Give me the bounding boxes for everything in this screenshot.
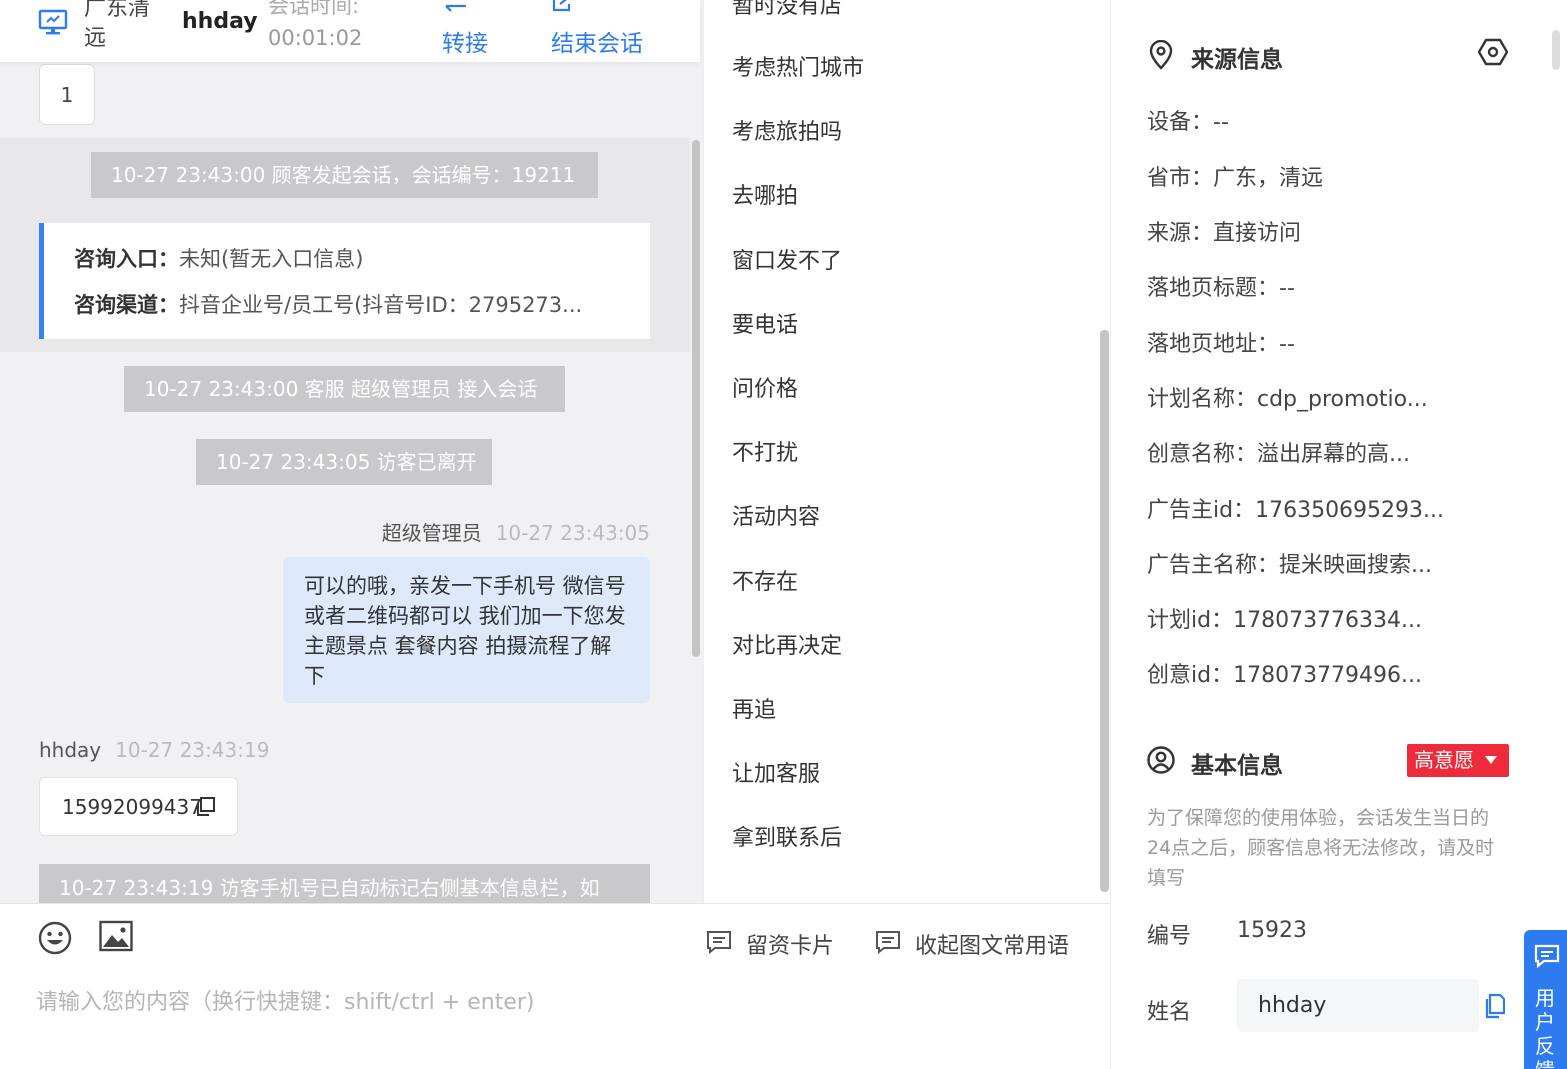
end-session-label: 结束会话 bbox=[551, 31, 643, 57]
name-label: 姓名 bbox=[1147, 1000, 1192, 1025]
entry-value: 未知(暂无入口信息) bbox=[179, 247, 364, 271]
quick-reply-list: 暂时没有店 考虑热门城市 考虑旅拍吗 去哪拍 窗口发不了 要电话 问价格 不打扰… bbox=[703, 0, 1110, 903]
visitor-sender-name: hhday bbox=[39, 738, 102, 762]
message-input-area: 留资卡片 收起图文常用语 bbox=[0, 903, 1110, 1069]
system-message: 10-27 23:43:00 客服 超级管理员 接入会话 bbox=[124, 366, 565, 412]
system-message: 10-27 23:43:05 访客已离开 bbox=[196, 439, 492, 485]
quick-reply-item[interactable]: 再追 bbox=[732, 692, 776, 724]
info-landing-url: 落地页地址：-- bbox=[1147, 332, 1295, 357]
quick-reply-item[interactable]: 不打扰 bbox=[732, 435, 798, 467]
quick-reply-item[interactable]: 去哪拍 bbox=[732, 178, 798, 210]
quick-reply-item[interactable]: 让加客服 bbox=[732, 756, 820, 788]
collapse-phrases-button[interactable]: 收起图文常用语 bbox=[875, 928, 1069, 960]
quick-reply-item[interactable]: 考虑热门城市 bbox=[732, 50, 864, 82]
lead-card-label: 留资卡片 bbox=[746, 934, 835, 959]
exit-icon bbox=[552, 0, 575, 12]
monitor-icon bbox=[38, 9, 68, 35]
entry-info-card: 咨询入口：未知(暂无入口信息) 咨询渠道：抖音企业号/员工号(抖音号ID：279… bbox=[39, 223, 650, 339]
chat-scrollbar[interactable] bbox=[692, 140, 700, 657]
settings-icon[interactable] bbox=[1478, 37, 1508, 67]
image-icon[interactable] bbox=[99, 920, 133, 952]
basic-info-title: 基本信息 bbox=[1191, 753, 1283, 779]
location-pin-icon bbox=[1149, 40, 1173, 70]
channel-row: 咨询渠道：抖音企业号/员工号(抖音号ID：2795273... bbox=[74, 289, 634, 335]
user-circle-icon bbox=[1147, 746, 1175, 774]
session-time: 00:01:02 bbox=[268, 26, 363, 50]
transfer-label: 转接 bbox=[442, 31, 488, 57]
quick-reply-scrollbar[interactable] bbox=[1100, 330, 1109, 892]
feedback-icon bbox=[1534, 944, 1560, 968]
system-message: 10-27 23:43:19 访客手机号已自动标记右侧基本信息栏，如 bbox=[39, 864, 650, 903]
quick-reply-item[interactable]: 窗口发不了 bbox=[732, 243, 842, 275]
region-line-2: 远 bbox=[84, 26, 107, 51]
session-time-label: 会话时间: bbox=[268, 0, 360, 18]
agent-sender-line: 超级管理员 10-27 23:43:05 bbox=[382, 517, 650, 546]
transfer-icon bbox=[445, 4, 466, 12]
name-input[interactable] bbox=[1237, 979, 1479, 1032]
quick-reply-item[interactable]: 考虑旅拍吗 bbox=[732, 114, 842, 146]
quick-reply-item[interactable]: 不存在 bbox=[732, 564, 798, 596]
quick-reply-item[interactable]: 拿到联系后 bbox=[732, 820, 842, 852]
info-source: 来源：直接访问 bbox=[1147, 221, 1302, 246]
visitor-phone-bubble: 15992099437 bbox=[39, 777, 238, 836]
customer-info-panel: 来源信息 设备：-- 省市：广东，清远 来源：直接访问 落地页标题：-- 落地页… bbox=[1110, 0, 1567, 1069]
info-landing-title: 落地页标题：-- bbox=[1147, 276, 1295, 301]
info-province-city: 省市：广东，清远 bbox=[1147, 166, 1324, 191]
visitor-phone: 15992099437 bbox=[62, 795, 202, 819]
phrases-icon bbox=[876, 931, 900, 954]
agent-message-bubble: 可以的哦，亲发一下手机号 微信号或者二维码都可以 我们加一下您发主题景点 套餐内… bbox=[283, 557, 650, 703]
chat-panel: 广东清 远 hhday 会话时间: 00:01:02 转接 结束会话 1 10-… bbox=[0, 0, 703, 903]
info-plan-name: 计划名称：cdp_promotio... bbox=[1147, 387, 1428, 412]
agent-timestamp: 10-27 23:43:05 bbox=[495, 521, 650, 545]
lead-card-button[interactable]: 留资卡片 bbox=[706, 928, 834, 960]
quick-reply-item[interactable]: 对比再决定 bbox=[732, 628, 842, 660]
info-advertiser-id: 广告主id：176350695293... bbox=[1147, 498, 1445, 523]
user-feedback-tab[interactable]: 用户反馈 bbox=[1524, 930, 1567, 1069]
quick-reply-item[interactable]: 暂时没有店 bbox=[732, 0, 842, 20]
collapse-phrases-label: 收起图文常用语 bbox=[915, 934, 1070, 959]
agent-name: 超级管理员 bbox=[381, 521, 482, 545]
feedback-label: 用户反馈 bbox=[1535, 986, 1555, 1069]
quick-reply-item[interactable]: 问价格 bbox=[732, 371, 798, 403]
entry-row: 咨询入口：未知(暂无入口信息) bbox=[74, 243, 634, 289]
source-info-title: 来源信息 bbox=[1191, 47, 1283, 73]
visitor-sender-line: hhday 10-27 23:43:19 bbox=[39, 738, 269, 762]
info-advertiser-name: 广告主名称：提米映画搜索... bbox=[1147, 553, 1432, 578]
info-scrollbar[interactable] bbox=[1552, 30, 1560, 70]
visitor-region: 广东清 远 bbox=[84, 0, 174, 54]
visitor-timestamp: 10-27 23:43:19 bbox=[115, 738, 270, 762]
intent-level-label: 高意愿 bbox=[1414, 748, 1474, 772]
entry-label: 咨询入口： bbox=[74, 247, 179, 271]
visitor-name: hhday bbox=[182, 9, 258, 34]
quick-reply-item[interactable]: 要电话 bbox=[732, 307, 798, 339]
id-label: 编号 bbox=[1147, 924, 1192, 949]
message-input[interactable] bbox=[36, 984, 1086, 1020]
id-value: 15923 bbox=[1237, 918, 1307, 943]
intent-level-dropdown[interactable]: 高意愿 bbox=[1407, 744, 1509, 777]
system-message: 10-27 23:43:00 顾客发起会话，会话编号：19211 bbox=[91, 152, 598, 198]
info-creative-name: 创意名称：溢出屏幕的高... bbox=[1147, 442, 1410, 467]
page-number[interactable]: 1 bbox=[39, 64, 95, 125]
quick-reply-item[interactable]: 活动内容 bbox=[732, 499, 820, 531]
info-plan-id: 计划id：178073776334... bbox=[1147, 608, 1423, 633]
copy-icon[interactable] bbox=[195, 797, 215, 817]
caret-down-icon bbox=[1485, 756, 1497, 764]
region-line-1: 广东清 bbox=[84, 0, 151, 21]
channel-label: 咨询渠道： bbox=[74, 293, 179, 317]
chat-header: 广东清 远 hhday 会话时间: 00:01:02 转接 结束会话 bbox=[0, 0, 700, 62]
card-icon bbox=[707, 931, 731, 954]
info-creative-id: 创意id：178073779496... bbox=[1147, 663, 1423, 688]
edit-deadline-notice: 为了保障您的使用体验，会话发生当日的24点之后，顾客信息将无法修改，请及时填写 bbox=[1147, 807, 1495, 889]
emoji-icon[interactable] bbox=[38, 921, 72, 955]
channel-value: 抖音企业号/员工号(抖音号ID：2795273... bbox=[179, 293, 583, 317]
info-device: 设备：-- bbox=[1147, 110, 1229, 135]
copy-icon[interactable] bbox=[1483, 993, 1505, 1019]
